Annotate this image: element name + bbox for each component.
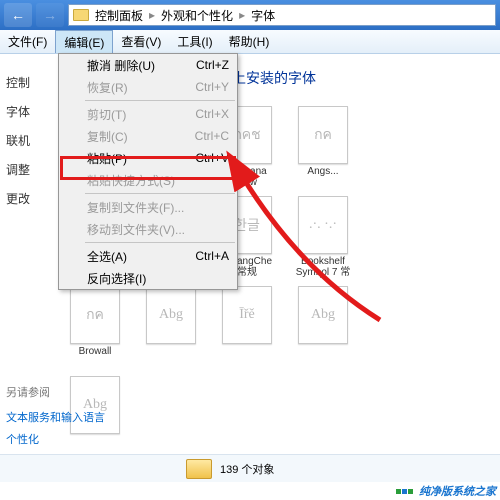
- menu-edit[interactable]: 编辑(E): [55, 30, 113, 53]
- menu-paste[interactable]: 粘贴(P)Ctrl+V: [59, 147, 237, 169]
- status-count: 139 个对象: [220, 461, 274, 477]
- folder-icon: [73, 9, 89, 21]
- chevron-icon: ▸: [149, 8, 155, 22]
- font-item[interactable]: กคBrowall: [64, 286, 126, 368]
- nav-forward-button[interactable]: →: [36, 3, 64, 27]
- window-titlebar: ← → 控制面板 ▸ 外观和个性化 ▸ 字体: [0, 0, 500, 30]
- crumb-appearance[interactable]: 外观和个性化: [161, 7, 233, 24]
- font-item[interactable]: Abg: [140, 286, 202, 368]
- menu-copy-to: 复制到文件夹(F)...: [59, 196, 237, 218]
- font-label: Browall: [79, 346, 112, 368]
- font-preview: Īřě: [222, 286, 272, 344]
- menu-select-all[interactable]: 全选(A)Ctrl+A: [59, 245, 237, 267]
- edit-dropdown: 撤消 删除(U)Ctrl+Z 恢复(R)Ctrl+Y 剪切(T)Ctrl+X 复…: [58, 53, 238, 290]
- menu-invert-selection[interactable]: 反向选择(I): [59, 267, 237, 289]
- crumb-fonts[interactable]: 字体: [251, 7, 275, 24]
- link-text-services[interactable]: 文本服务和输入语言: [6, 406, 105, 428]
- font-preview: กค: [70, 286, 120, 344]
- watermark-logo-icon: [396, 489, 413, 494]
- folder-icon: [186, 459, 212, 479]
- see-also: 另请参阅 文本服务和输入语言 个性化: [6, 378, 105, 450]
- nav-back-button[interactable]: ←: [4, 3, 32, 27]
- menu-copy: 复制(C)Ctrl+C: [59, 125, 237, 147]
- menu-separator: [85, 193, 235, 194]
- menu-separator: [85, 242, 235, 243]
- font-label: Bookshelf Symbol 7 常规: [292, 256, 354, 278]
- font-preview: Abg: [298, 286, 348, 344]
- menu-file[interactable]: 文件(F): [0, 30, 55, 53]
- watermark: 纯净版系统之家: [300, 482, 500, 500]
- menu-undo[interactable]: 撤消 删除(U)Ctrl+Z: [59, 54, 237, 76]
- forward-icon: →: [43, 7, 57, 23]
- menu-help[interactable]: 帮助(H): [221, 30, 278, 53]
- crumb-control-panel[interactable]: 控制面板: [95, 7, 143, 24]
- menu-bar: 文件(F) 编辑(E) 查看(V) 工具(I) 帮助(H): [0, 30, 500, 54]
- menu-separator: [85, 100, 235, 101]
- font-preview: .·. ·.·: [298, 196, 348, 254]
- menu-tools[interactable]: 工具(I): [169, 30, 220, 53]
- menu-redo: 恢复(R)Ctrl+Y: [59, 76, 237, 98]
- sidebar-link[interactable]: 控制: [6, 68, 54, 97]
- sidebar-link[interactable]: 联机: [6, 126, 54, 155]
- font-item[interactable]: Īřě: [216, 286, 278, 368]
- address-bar[interactable]: 控制面板 ▸ 外观和个性化 ▸ 字体: [68, 4, 496, 26]
- font-item[interactable]: กคAngs...: [292, 106, 354, 188]
- font-item[interactable]: .·. ·.·Bookshelf Symbol 7 常规: [292, 196, 354, 278]
- font-label: Angs...: [307, 166, 338, 188]
- menu-move-to: 移动到文件夹(V)...: [59, 218, 237, 240]
- menu-cut: 剪切(T)Ctrl+X: [59, 103, 237, 125]
- back-icon: ←: [11, 7, 25, 23]
- chevron-icon: ▸: [239, 8, 245, 22]
- menu-paste-shortcut: 粘贴快捷方式(S): [59, 169, 237, 191]
- watermark-text: 纯净版系统之家: [419, 483, 496, 499]
- font-preview: กค: [298, 106, 348, 164]
- sidebar-link[interactable]: 调整: [6, 155, 54, 184]
- status-bar: 139 个对象: [0, 454, 500, 482]
- sidebar-link[interactable]: 更改: [6, 184, 54, 213]
- see-also-header: 另请参阅: [6, 378, 105, 406]
- font-item[interactable]: Abg: [292, 286, 354, 368]
- font-preview: Abg: [146, 286, 196, 344]
- sidebar-link[interactable]: 字体: [6, 97, 54, 126]
- menu-view[interactable]: 查看(V): [113, 30, 169, 53]
- link-personalization[interactable]: 个性化: [6, 428, 105, 450]
